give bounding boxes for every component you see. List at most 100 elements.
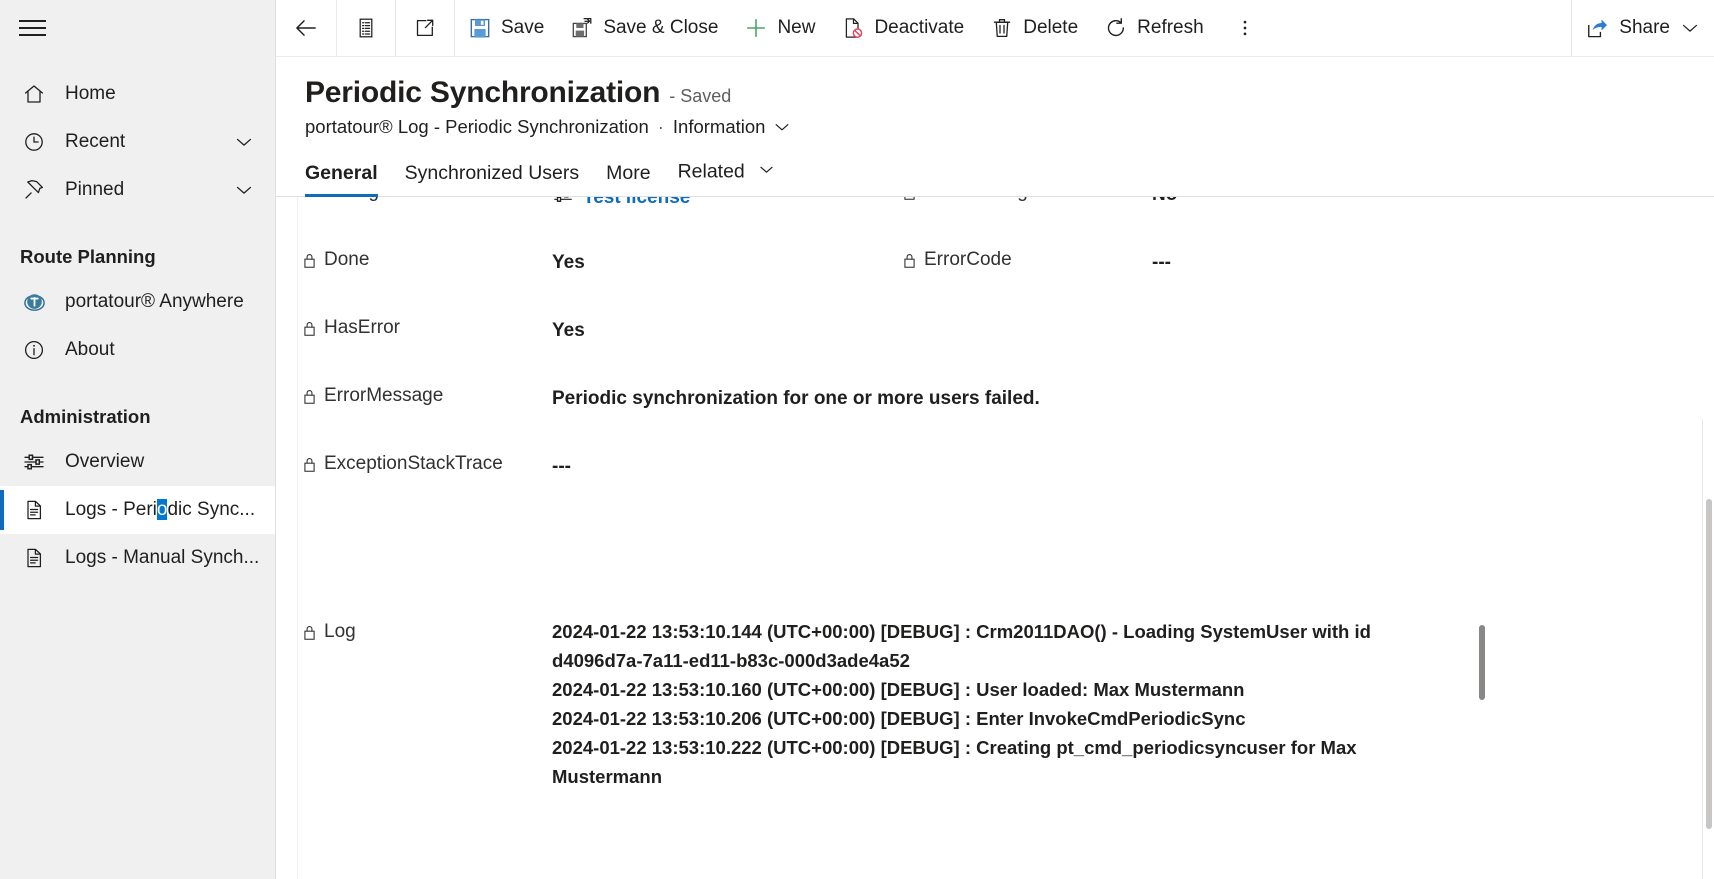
label-text: Log bbox=[324, 621, 356, 643]
field-haswarnings: HasWarnings No bbox=[902, 197, 1502, 247]
label-text: Done bbox=[324, 249, 369, 271]
field-label: ErrorMessage bbox=[302, 383, 552, 411]
app-root: Home Recent Pinn bbox=[0, 0, 1714, 879]
refresh-label: Refresh bbox=[1137, 17, 1204, 39]
sidebar-item-label: Logs - Manual Synch... bbox=[65, 547, 275, 569]
form-name: Information bbox=[673, 116, 766, 138]
log-scrollbar[interactable] bbox=[1479, 617, 1485, 787]
label-text: ErrorMessage bbox=[324, 385, 443, 407]
label-text: HasError bbox=[324, 317, 400, 339]
form-columns: Configuration bbox=[276, 197, 1714, 519]
chevron-down-icon[interactable] bbox=[231, 179, 257, 201]
form-column-left: Configuration bbox=[302, 197, 902, 519]
tab-general[interactable]: General bbox=[305, 162, 378, 196]
sidebar-item-pinned[interactable]: Pinned bbox=[0, 166, 275, 214]
chevron-down-icon[interactable] bbox=[231, 131, 257, 153]
label-text: ExceptionStackTrace bbox=[324, 453, 503, 475]
delete-button[interactable]: Delete bbox=[977, 0, 1091, 57]
sidebar-item-portatour-anywhere[interactable]: portatour® Anywhere bbox=[0, 278, 275, 326]
sliders-icon bbox=[552, 197, 574, 212]
field-value: --- bbox=[1152, 247, 1502, 274]
lock-icon bbox=[902, 249, 918, 275]
lock-icon bbox=[302, 621, 318, 647]
label-part-highlighted: o bbox=[157, 499, 168, 520]
portatour-logo-icon bbox=[20, 288, 48, 316]
field-value: --- bbox=[552, 451, 902, 478]
tab-related[interactable]: Related bbox=[678, 160, 777, 196]
field-label: Configuration bbox=[302, 197, 552, 203]
form-selector-button[interactable] bbox=[337, 0, 395, 57]
deactivate-icon bbox=[841, 16, 865, 40]
entity-name: portatour® Log - Periodic Synchronizatio… bbox=[305, 116, 649, 138]
separator-dot: · bbox=[656, 116, 666, 138]
log-line: 2024-01-22 13:53:10.222 (UTC+00:00) [DEB… bbox=[552, 733, 1457, 791]
chevron-down-icon bbox=[757, 160, 776, 185]
lock-icon bbox=[902, 197, 918, 207]
clock-icon bbox=[20, 128, 48, 156]
tab-label: Related bbox=[678, 161, 745, 183]
ellipsis-vertical-icon bbox=[1234, 17, 1256, 39]
tab-synchronized-users[interactable]: Synchronized Users bbox=[405, 162, 580, 196]
popout-button[interactable] bbox=[396, 0, 454, 57]
form-column-right: HasWarnings No bbox=[902, 197, 1502, 519]
log-line: 2024-01-22 13:53:10.160 (UTC+00:00) [DEB… bbox=[552, 675, 1457, 704]
sidebar-group-title-route-planning: Route Planning bbox=[0, 236, 275, 278]
page-scrollbar[interactable] bbox=[1703, 419, 1714, 879]
refresh-button[interactable]: Refresh bbox=[1091, 0, 1217, 57]
save-and-close-button[interactable]: Save & Close bbox=[557, 0, 731, 57]
field-value: No bbox=[1152, 197, 1502, 206]
back-button[interactable] bbox=[276, 0, 336, 57]
log-line: 2024-01-22 13:53:10.144 (UTC+00:00) [DEB… bbox=[552, 617, 1457, 675]
chevron-down-icon bbox=[772, 117, 792, 137]
form-scroll-area[interactable]: Configuration bbox=[276, 197, 1714, 879]
form-body: Configuration bbox=[276, 197, 1714, 791]
document-icon bbox=[20, 544, 48, 572]
label-text: HasWarnings bbox=[924, 197, 1037, 203]
sidebar-item-recent[interactable]: Recent bbox=[0, 118, 275, 166]
tab-label: General bbox=[305, 162, 378, 184]
title-line: Periodic Synchronization - Saved bbox=[305, 76, 1714, 110]
hamburger-menu-icon[interactable] bbox=[4, 0, 60, 56]
plus-icon bbox=[744, 16, 768, 40]
sidebar-item-label: Home bbox=[65, 83, 275, 105]
sidebar: Home Recent Pinn bbox=[0, 0, 275, 879]
command-bar-right-group: Share bbox=[1571, 0, 1714, 57]
home-icon bbox=[20, 80, 48, 108]
sidebar-item-about[interactable]: About bbox=[0, 326, 275, 374]
tab-label: Synchronized Users bbox=[405, 162, 580, 184]
main-content: Save Save & Close New bbox=[275, 0, 1714, 879]
sidebar-group-title-administration: Administration bbox=[0, 396, 275, 438]
new-button[interactable]: New bbox=[731, 0, 828, 57]
log-textarea[interactable]: 2024-01-22 13:53:10.144 (UTC+00:00) [DEB… bbox=[552, 617, 1457, 791]
share-button[interactable]: Share bbox=[1572, 0, 1714, 57]
page-title: Periodic Synchronization bbox=[305, 76, 660, 110]
sliders-icon bbox=[20, 448, 48, 476]
overflow-menu-button[interactable] bbox=[1217, 0, 1273, 57]
sidebar-item-home[interactable]: Home bbox=[0, 70, 275, 118]
sidebar-item-overview[interactable]: Overview bbox=[0, 438, 275, 486]
lock-icon bbox=[302, 317, 318, 343]
save-close-icon bbox=[570, 16, 594, 40]
field-label: HasWarnings bbox=[902, 197, 1152, 207]
field-label: Done bbox=[302, 247, 552, 275]
page-scrollbar-thumb[interactable] bbox=[1706, 499, 1712, 829]
field-value: Test license bbox=[552, 197, 902, 212]
field-label: Log bbox=[302, 617, 552, 791]
form-selector-dropdown[interactable]: Information bbox=[673, 116, 793, 138]
field-log: Log 2024-01-22 13:53:10.144 (UTC+00:00) … bbox=[276, 617, 1714, 791]
field-exceptionstacktrace: ExceptionStackTrace --- bbox=[302, 451, 902, 519]
save-button[interactable]: Save bbox=[455, 0, 557, 57]
tab-list: General Synchronized Users More Related bbox=[276, 160, 1714, 197]
field-label: HasError bbox=[302, 315, 552, 343]
share-label: Share bbox=[1619, 17, 1670, 39]
sidebar-item-logs-periodic-sync[interactable]: Logs - Periodic Sync... bbox=[0, 486, 275, 534]
record-subtitle: portatour® Log - Periodic Synchronizatio… bbox=[305, 116, 1714, 138]
deactivate-button[interactable]: Deactivate bbox=[828, 0, 977, 57]
field-value: Yes bbox=[552, 315, 902, 342]
log-scrollbar-thumb[interactable] bbox=[1479, 625, 1485, 700]
sidebar-item-logs-manual-synch[interactable]: Logs - Manual Synch... bbox=[0, 534, 275, 582]
label-part-post: dic Sync... bbox=[167, 499, 255, 520]
tab-more[interactable]: More bbox=[606, 162, 650, 196]
save-label: Save bbox=[501, 17, 544, 39]
configuration-link[interactable]: Test license bbox=[552, 197, 902, 212]
